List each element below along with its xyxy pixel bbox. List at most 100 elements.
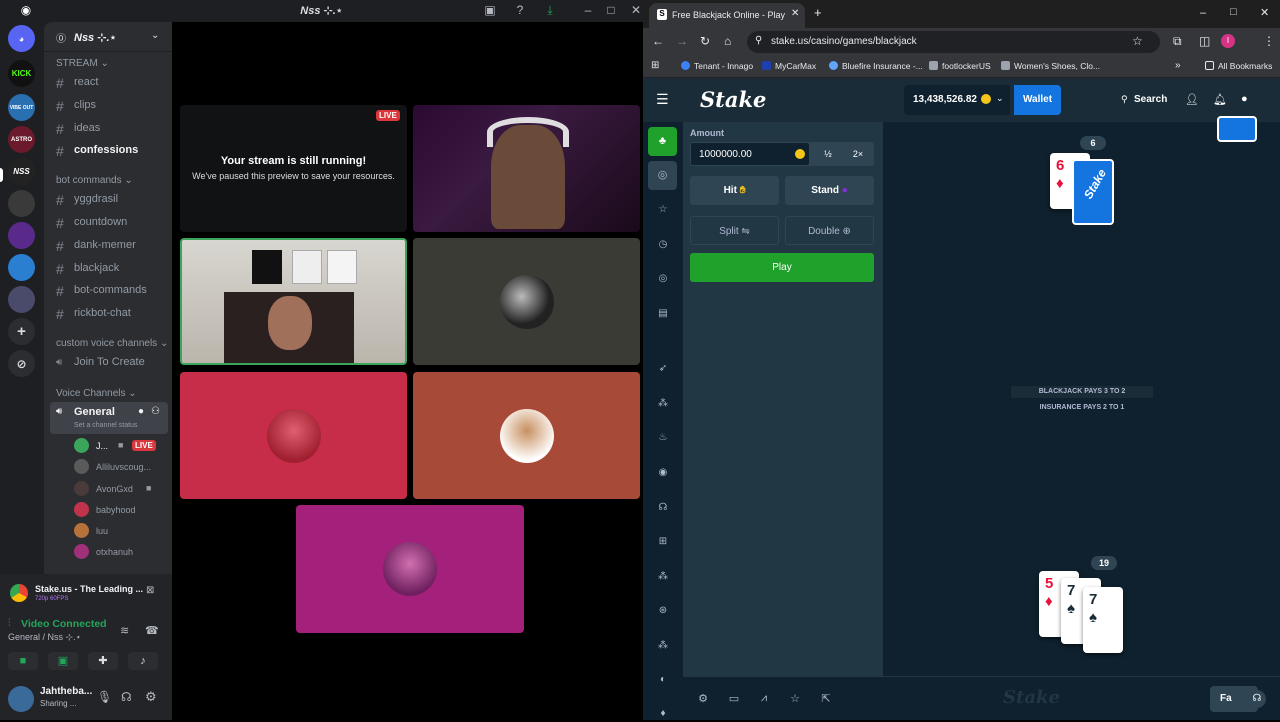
add-user-icon[interactable]: ⚇ <box>151 406 160 417</box>
server-avatar[interactable] <box>8 254 35 281</box>
bookmark-star-icon[interactable]: ☆ <box>1132 34 1143 48</box>
hamburger-menu-icon[interactable]: ☰ <box>656 91 669 108</box>
avatar[interactable] <box>8 686 34 712</box>
video-tile-user[interactable] <box>180 372 407 499</box>
theatre-mode-icon[interactable]: ▭ <box>727 692 741 705</box>
site-info-icon[interactable]: ⚲ <box>755 35 762 46</box>
screen-share-button[interactable]: ▣ <box>48 652 78 670</box>
category-stream[interactable]: STREAM ⌄ <box>56 58 109 69</box>
channel-countdown[interactable]: # countdown <box>54 212 166 232</box>
target-icon[interactable]: ◎ <box>654 273 672 287</box>
headphones-icon[interactable]: ☊ <box>121 690 132 704</box>
amount-input[interactable]: 1000000.00 <box>690 142 810 166</box>
roulette-icon[interactable]: ⊛ <box>654 605 672 619</box>
forward-icon[interactable]: → <box>676 34 688 48</box>
double-button[interactable]: Double ⊕ <box>785 216 874 245</box>
new-tab-icon[interactable]: + <box>814 5 822 20</box>
play-button[interactable]: Play <box>690 253 874 282</box>
activity-card[interactable]: Stake.us - The Leading ... 720p 60FPS ⊠ <box>8 582 158 606</box>
server-header[interactable]: ⓪ Nss ⊹.⋆ ⌄ <box>44 22 172 52</box>
bookmark-bluefire[interactable]: Bluefire Insurance -... <box>829 61 923 71</box>
server-nss[interactable]: NSS <box>8 158 35 185</box>
browser-tab[interactable]: S Free Blackjack Online - Play Bla ✕ <box>649 3 805 28</box>
star-icon[interactable]: ☆ <box>654 204 672 218</box>
split-button[interactable]: Split ⇋ <box>690 216 779 245</box>
stand-button[interactable]: Stand ● <box>785 176 874 205</box>
server-astro[interactable]: ASTRO <box>8 126 35 153</box>
home-icon[interactable]: ⌂ <box>724 34 731 48</box>
channel-rickbot-chat[interactable]: # rickbot-chat <box>54 303 166 323</box>
voice-channel-status[interactable]: Set a channel status <box>74 422 137 429</box>
video-tile-webcam[interactable] <box>413 105 640 232</box>
favourite-star-icon[interactable]: ☆ <box>788 692 802 705</box>
stream-paused-tile[interactable]: Your stream is still running! We've paus… <box>180 105 407 232</box>
more-bookmarks-icon[interactable]: » <box>1175 60 1181 71</box>
apps-grid-icon[interactable]: ⊞ <box>651 60 659 71</box>
bookmark-mycarmax[interactable]: MyCarMax <box>762 61 816 71</box>
stake-logo[interactable]: Stake <box>700 87 766 112</box>
menu-kebab-icon[interactable]: ⋮ <box>1263 34 1275 48</box>
category-bot-commands[interactable]: bot commands ⌄ <box>56 175 133 186</box>
double-amount-button[interactable]: 2× <box>847 142 869 166</box>
help-icon[interactable]: ? <box>510 3 530 17</box>
hit-button[interactable]: Hit ✋︎ <box>690 176 779 205</box>
bookmark-tenant[interactable]: Tenant - Innago <box>681 61 753 71</box>
balance-selector[interactable]: 13,438,526.82 ⌄ <box>904 85 1010 115</box>
server-kick[interactable]: KICK <box>8 60 35 87</box>
wallet-button[interactable]: Wallet <box>1014 85 1061 115</box>
discover-icon[interactable]: ⊘ <box>8 350 35 377</box>
channel-dank-memer[interactable]: # dank-memer <box>54 235 166 255</box>
half-amount-button[interactable]: ½ <box>817 142 839 166</box>
bell-icon[interactable]: 🔔︎ <box>1213 93 1227 106</box>
add-server-icon[interactable]: + <box>8 318 35 345</box>
stop-stream-icon[interactable]: ⊠ <box>146 585 154 596</box>
category-voice[interactable]: Voice Channels ⌄ <box>56 388 137 399</box>
voice-channel-general[interactable]: 🔊︎ General Set a channel status ● ⚇ <box>50 402 168 434</box>
discord-home-icon[interactable]: ◕ <box>8 25 35 52</box>
support-chat-icon[interactable]: ☊ <box>1248 690 1266 708</box>
history-icon[interactable]: ◷ <box>654 239 672 253</box>
category-custom-voice[interactable]: custom voice channels ⌄ <box>56 338 168 349</box>
casino-icon[interactable]: ♣ <box>648 127 677 156</box>
slots-icon[interactable]: ⁂ <box>654 398 672 412</box>
soundboard-button[interactable]: ♪ <box>128 652 158 670</box>
microphone-icon[interactable]: 🎙︎ <box>97 690 112 704</box>
minimize-icon[interactable]: – <box>578 3 598 17</box>
disconnect-icon[interactable]: ☎ <box>145 624 159 637</box>
close-icon[interactable]: ✕ <box>1260 6 1269 19</box>
server-avatar[interactable] <box>8 190 35 217</box>
fire-icon[interactable]: ♨ <box>654 432 672 446</box>
channel-bot-commands[interactable]: # bot-commands <box>54 280 166 300</box>
server-vibe-out[interactable]: VIBE OUT <box>8 94 35 121</box>
video-tile-user[interactable] <box>296 505 524 633</box>
channel-clips[interactable]: # clips <box>54 95 166 115</box>
channel-yggdrasil[interactable]: # yggdrasil <box>54 189 166 209</box>
voice-connection[interactable]: ⫶ Video Connected General / Nss ⊹.⋆ ≋ ☎ <box>8 618 168 646</box>
server-avatar[interactable] <box>8 286 35 313</box>
server-avatar[interactable] <box>8 222 35 249</box>
video-tile-user[interactable] <box>413 372 640 499</box>
channel-react[interactable]: # react <box>54 72 166 92</box>
sports-icon[interactable]: ◎ <box>648 161 677 190</box>
inbox-icon[interactable]: ▣ <box>480 3 500 17</box>
share-icon[interactable]: ⇱ <box>819 692 833 705</box>
address-bar[interactable]: ⚲ stake.us/casino/games/blackjack ☆ <box>747 31 1160 53</box>
bookmark-womens-shoes[interactable]: Women's Shoes, Clo... <box>1001 61 1100 71</box>
stats-icon[interactable]: ⩘ <box>757 692 771 705</box>
minimize-icon[interactable]: – <box>1200 7 1206 19</box>
video-tile-user[interactable] <box>413 238 640 365</box>
camera-button[interactable]: ■ <box>8 652 38 670</box>
maximize-icon[interactable]: □ <box>1230 6 1237 18</box>
slots-icon[interactable]: ⁂ <box>654 571 672 585</box>
extensions-icon[interactable]: ⧉ <box>1173 34 1182 49</box>
trophy-icon[interactable]: ▤ <box>654 308 672 322</box>
chat-icon[interactable]: ● <box>138 406 144 417</box>
channel-confessions[interactable]: # confessions <box>54 140 166 160</box>
reload-icon[interactable]: ↻ <box>700 34 710 48</box>
maximize-icon[interactable]: □ <box>601 3 621 17</box>
channel-join-to-create[interactable]: 🔊︎ Join To Create <box>54 352 166 372</box>
download-icon[interactable]: ⤓ <box>540 3 560 18</box>
activities-button[interactable]: ✚ <box>88 652 118 670</box>
bookmark-footlocker[interactable]: footlockerUS <box>929 61 991 71</box>
slots-icon[interactable]: ⁂ <box>654 640 672 654</box>
